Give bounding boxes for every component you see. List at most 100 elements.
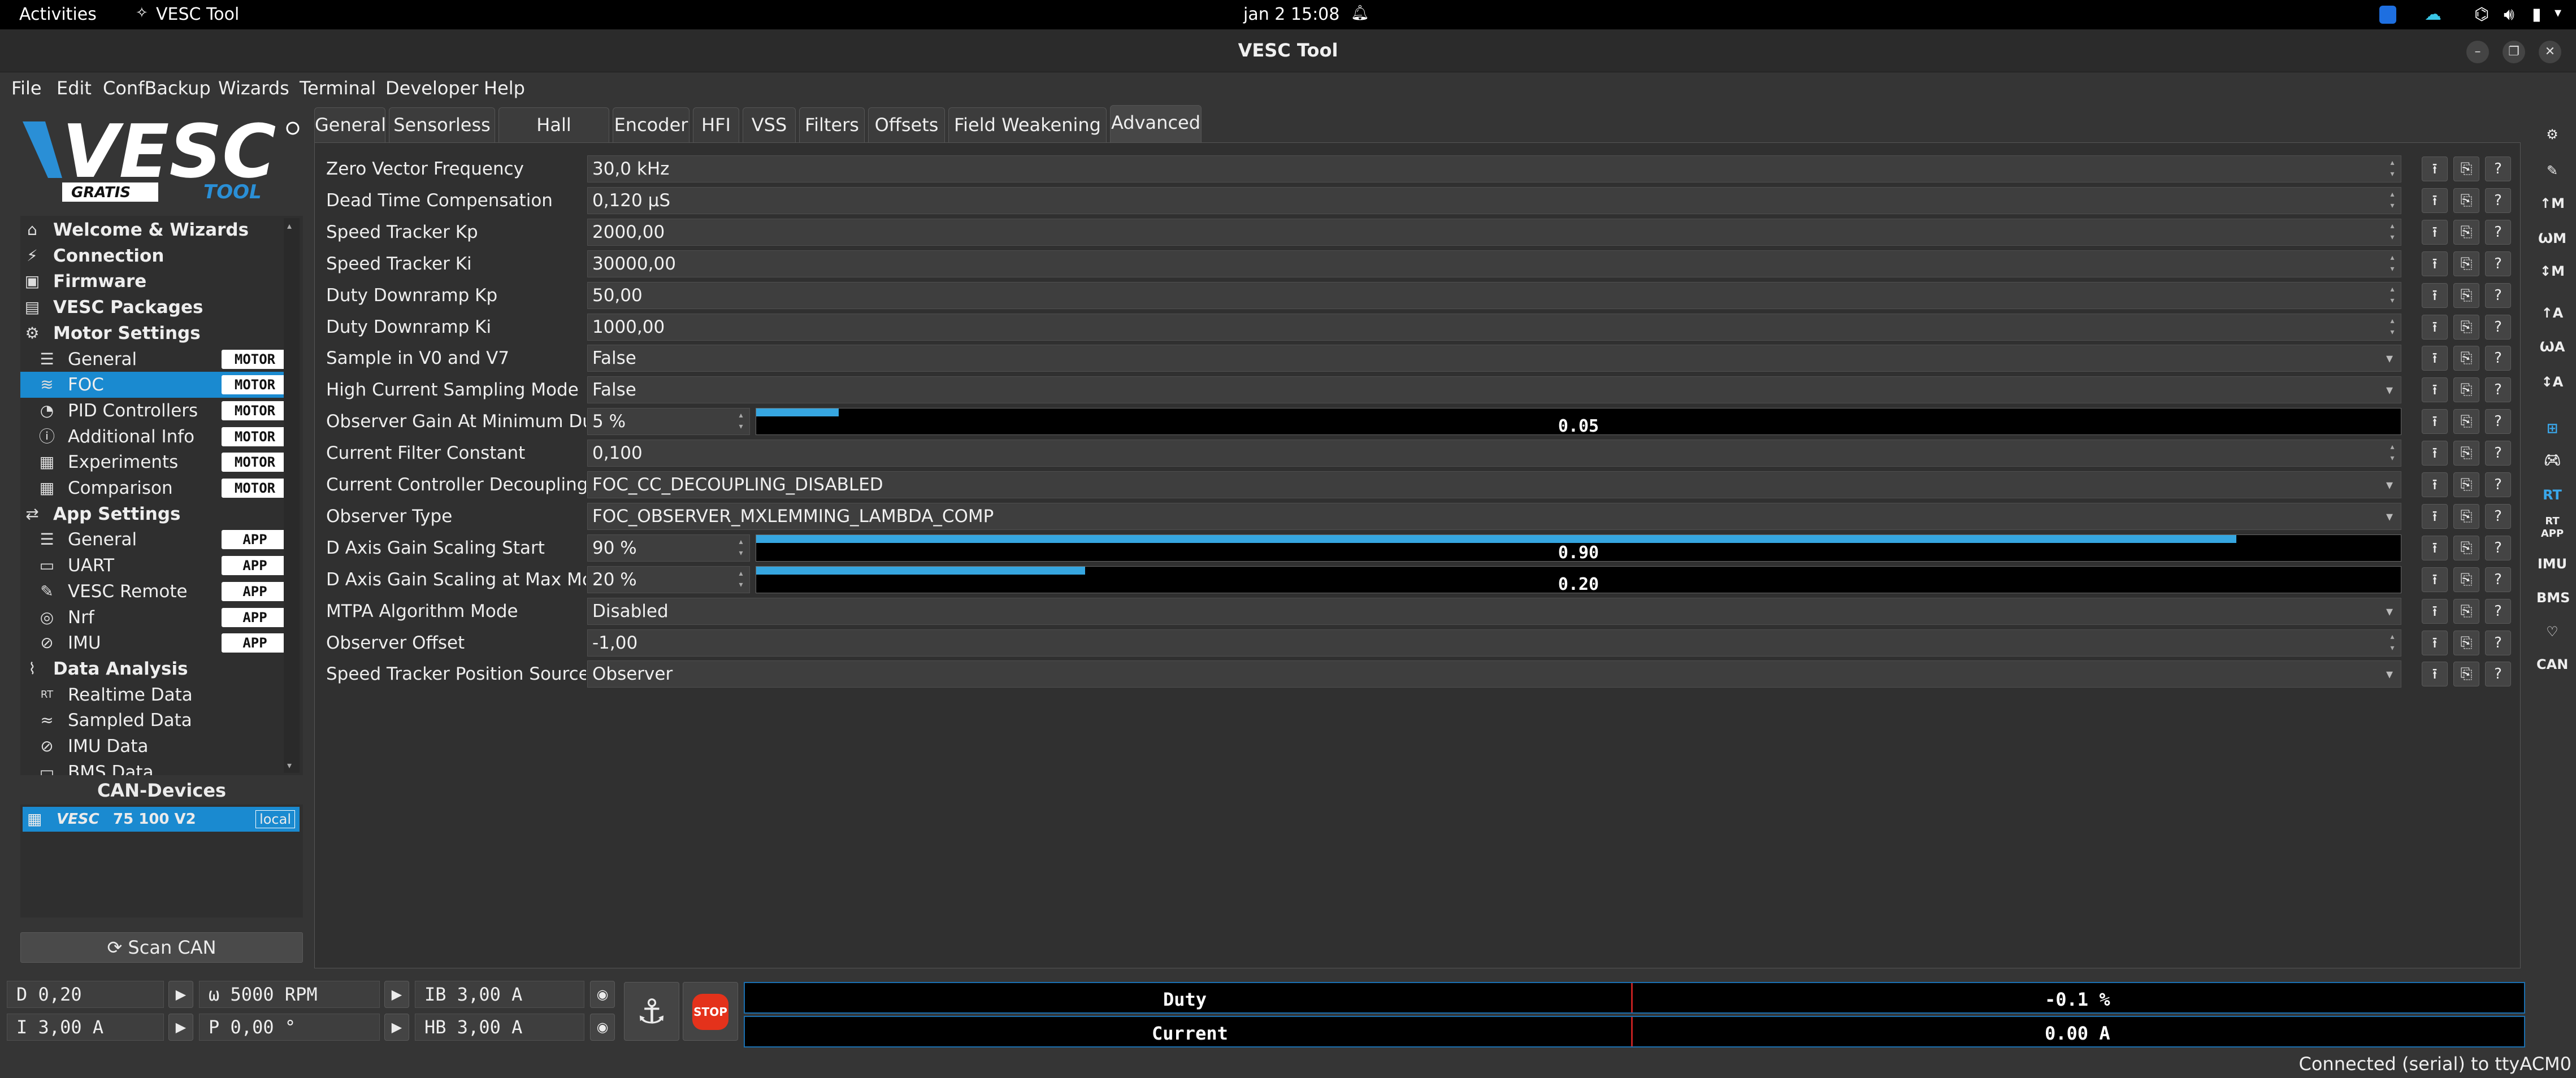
upload-icon[interactable]: ⭱ <box>2422 409 2448 434</box>
sidebar-tree[interactable]: ⌂ Welcome & Wizards ⚡ Connection ▣ Firmware ▤ V… <box>20 216 303 775</box>
spin-arrows-icon[interactable]: ▴ ▾ <box>2386 315 2399 339</box>
sidebar-item-general[interactable]: ☰ General APP <box>20 527 292 553</box>
spin-arrows-icon[interactable]: ▴ ▾ <box>2386 284 2399 307</box>
sidebar-scrollbar[interactable]: ▴ ▾ <box>284 218 300 773</box>
help-icon[interactable]: ? <box>2485 282 2511 308</box>
spin-arrows-icon[interactable]: ▴ ▾ <box>2386 252 2399 276</box>
spin-arrows-icon[interactable]: ▴ ▾ <box>2386 441 2399 465</box>
copy-icon[interactable]: ⎘ <box>2453 472 2479 497</box>
motor-toggle-icon[interactable]: ⚙ <box>2536 120 2568 149</box>
heart-icon[interactable]: ♡ <box>2536 617 2568 646</box>
param-combo[interactable]: Observer ▾ <box>587 660 2401 688</box>
tab-filters[interactable]: Filters <box>799 107 865 142</box>
app-up-icon[interactable]: ↑A <box>2536 298 2568 328</box>
upload-icon[interactable]: ⭱ <box>2422 377 2448 403</box>
tab-advanced[interactable]: Advanced <box>1110 105 1202 142</box>
sidebar-item-vesc-packages[interactable]: ▤ VESC Packages <box>20 294 292 320</box>
tab-encoder[interactable]: Encoder <box>613 107 689 142</box>
tab-vss[interactable]: VSS <box>743 107 796 142</box>
copy-icon[interactable]: ⎘ <box>2453 314 2479 340</box>
copy-icon[interactable]: ⎘ <box>2453 251 2479 276</box>
handbrake-icon[interactable]: ◉ <box>590 1014 615 1041</box>
param-combo[interactable]: False ▾ <box>587 376 2401 404</box>
menu-help[interactable]: Help <box>484 72 525 104</box>
tab-hall-sensors[interactable]: Hall Sensors <box>498 107 609 169</box>
sidebar-item-sampled-data[interactable]: ≈ Sampled Data <box>20 707 292 733</box>
upload-icon[interactable]: ⭱ <box>2422 472 2448 497</box>
help-icon[interactable]: ? <box>2485 598 2511 624</box>
sidebar-item-imu-data[interactable]: ⊘ IMU Data <box>20 733 292 759</box>
sidebar-item-pid-controllers[interactable]: ◔ PID Controllers MOTOR <box>20 398 292 424</box>
upload-icon[interactable]: ⭱ <box>2422 441 2448 466</box>
play-current-icon[interactable]: ▶ <box>168 1014 193 1041</box>
sidebar-item-motor-settings[interactable]: ⚙ Motor Settings <box>20 320 292 346</box>
menu-file[interactable]: File <box>11 72 42 104</box>
copy-icon[interactable]: ⎘ <box>2453 409 2479 434</box>
scan-can-button[interactable]: ⟳ Scan CAN <box>20 932 303 963</box>
spin-arrows-icon[interactable]: ▴ ▾ <box>2386 631 2399 655</box>
help-icon[interactable]: ? <box>2485 314 2511 340</box>
app-updown-icon[interactable]: ↕A <box>2536 367 2568 397</box>
sidebar-item-welcome-wizards[interactable]: ⌂ Welcome & Wizards <box>20 217 292 243</box>
motor-up-icon[interactable]: ↑M <box>2536 189 2568 218</box>
chevron-down-icon[interactable]: ▾ <box>2386 377 2393 403</box>
chevron-down-icon[interactable]: ▾ <box>2386 598 2393 624</box>
param-slider-bar[interactable]: 0.20 <box>756 566 2401 594</box>
activities-button[interactable]: Activities <box>19 5 97 24</box>
brake-current-input[interactable]: IB 3,00 A <box>415 981 584 1008</box>
cloud-icon[interactable]: ☁ <box>2425 5 2441 24</box>
anchor-icon[interactable]: ⚓ <box>624 982 679 1041</box>
handbrake-input[interactable]: HB 3,00 A <box>415 1014 584 1041</box>
upload-icon[interactable]: ⭱ <box>2422 346 2448 371</box>
upload-icon[interactable]: ⭱ <box>2422 251 2448 276</box>
volume-icon[interactable]: 🔊︎ <box>2504 5 2514 24</box>
spin-arrows-icon[interactable]: ▴ ▾ <box>2386 157 2399 181</box>
bms-tool-icon[interactable]: BMS <box>2536 583 2570 612</box>
sidebar-item-realtime-data[interactable]: RT Realtime Data <box>20 682 292 708</box>
sidebar-item-data-analysis[interactable]: ⌇ Data Analysis <box>20 656 292 682</box>
sidebar-item-foc[interactable]: ≋ FOC MOTOR <box>20 372 292 398</box>
upload-icon[interactable]: ⭱ <box>2422 598 2448 624</box>
help-icon[interactable]: ? <box>2485 219 2511 245</box>
gamepad-icon[interactable]: 🎮︎ <box>2536 445 2568 475</box>
upload-icon[interactable]: ⭱ <box>2422 157 2448 181</box>
param-spinbox[interactable]: 1000,00 ▴ ▾ <box>587 313 2401 341</box>
copy-icon[interactable]: ⎘ <box>2453 535 2479 560</box>
imu-tool-icon[interactable]: IMU <box>2536 549 2568 579</box>
help-icon[interactable]: ? <box>2485 409 2511 434</box>
sidebar-item-vesc-remote[interactable]: ✎ VESC Remote APP <box>20 579 292 605</box>
chevron-down-icon[interactable]: ▾ <box>2386 503 2393 529</box>
minimize-icon[interactable]: – <box>2466 41 2489 63</box>
copy-icon[interactable]: ⎘ <box>2453 598 2479 624</box>
copy-icon[interactable]: ⎘ <box>2453 567 2479 592</box>
brake-icon[interactable]: ◉ <box>590 981 615 1008</box>
upload-icon[interactable]: ⭱ <box>2422 567 2448 592</box>
spin-arrows-icon[interactable]: ▴ ▾ <box>2386 220 2399 244</box>
upload-icon[interactable]: ⭱ <box>2422 282 2448 308</box>
position-input[interactable]: P 0,00 ° <box>199 1014 380 1041</box>
param-slider-bar[interactable]: 0.90 <box>756 534 2401 563</box>
copy-icon[interactable]: ⎘ <box>2453 630 2479 655</box>
sidebar-item-app-settings[interactable]: ⇄ App Settings <box>20 501 292 527</box>
param-spinbox[interactable]: 20 % ▴ ▾ <box>587 566 750 593</box>
param-combo[interactable]: Disabled ▾ <box>587 597 2401 625</box>
tab-hfi[interactable]: HFI <box>693 107 739 142</box>
param-spinbox[interactable]: 30000,00 ▴ ▾ <box>587 250 2401 277</box>
sidebar-item-connection[interactable]: ⚡ Connection <box>20 243 292 269</box>
sidebar-item-experiments[interactable]: ▦ Experiments MOTOR <box>20 449 292 475</box>
param-spinbox[interactable]: 30,0 kHz ▴ ▾ <box>587 155 2401 182</box>
sidebar-item-additional-info[interactable]: ⓘ Additional Info MOTOR <box>20 424 292 450</box>
param-combo[interactable]: False ▾ <box>587 345 2401 372</box>
spin-arrows-icon[interactable]: ▴ ▾ <box>735 568 747 592</box>
param-spinbox[interactable]: 50,00 ▴ ▾ <box>587 281 2401 309</box>
help-icon[interactable]: ? <box>2485 188 2511 213</box>
system-menu-chevron-icon[interactable]: ▾ <box>2555 5 2561 20</box>
spin-arrows-icon[interactable]: ▴ ▾ <box>735 536 747 560</box>
copy-icon[interactable]: ⎘ <box>2453 282 2479 308</box>
help-icon[interactable]: ? <box>2485 630 2511 655</box>
upload-icon[interactable]: ⭱ <box>2422 219 2448 245</box>
upload-icon[interactable]: ⭱ <box>2422 662 2448 687</box>
param-combo[interactable]: FOC_OBSERVER_MXLEMMING_LAMBDA_COMP ▾ <box>587 502 2401 530</box>
copy-icon[interactable]: ⎘ <box>2453 441 2479 466</box>
motor-omega-icon[interactable]: ѠM <box>2536 224 2568 253</box>
